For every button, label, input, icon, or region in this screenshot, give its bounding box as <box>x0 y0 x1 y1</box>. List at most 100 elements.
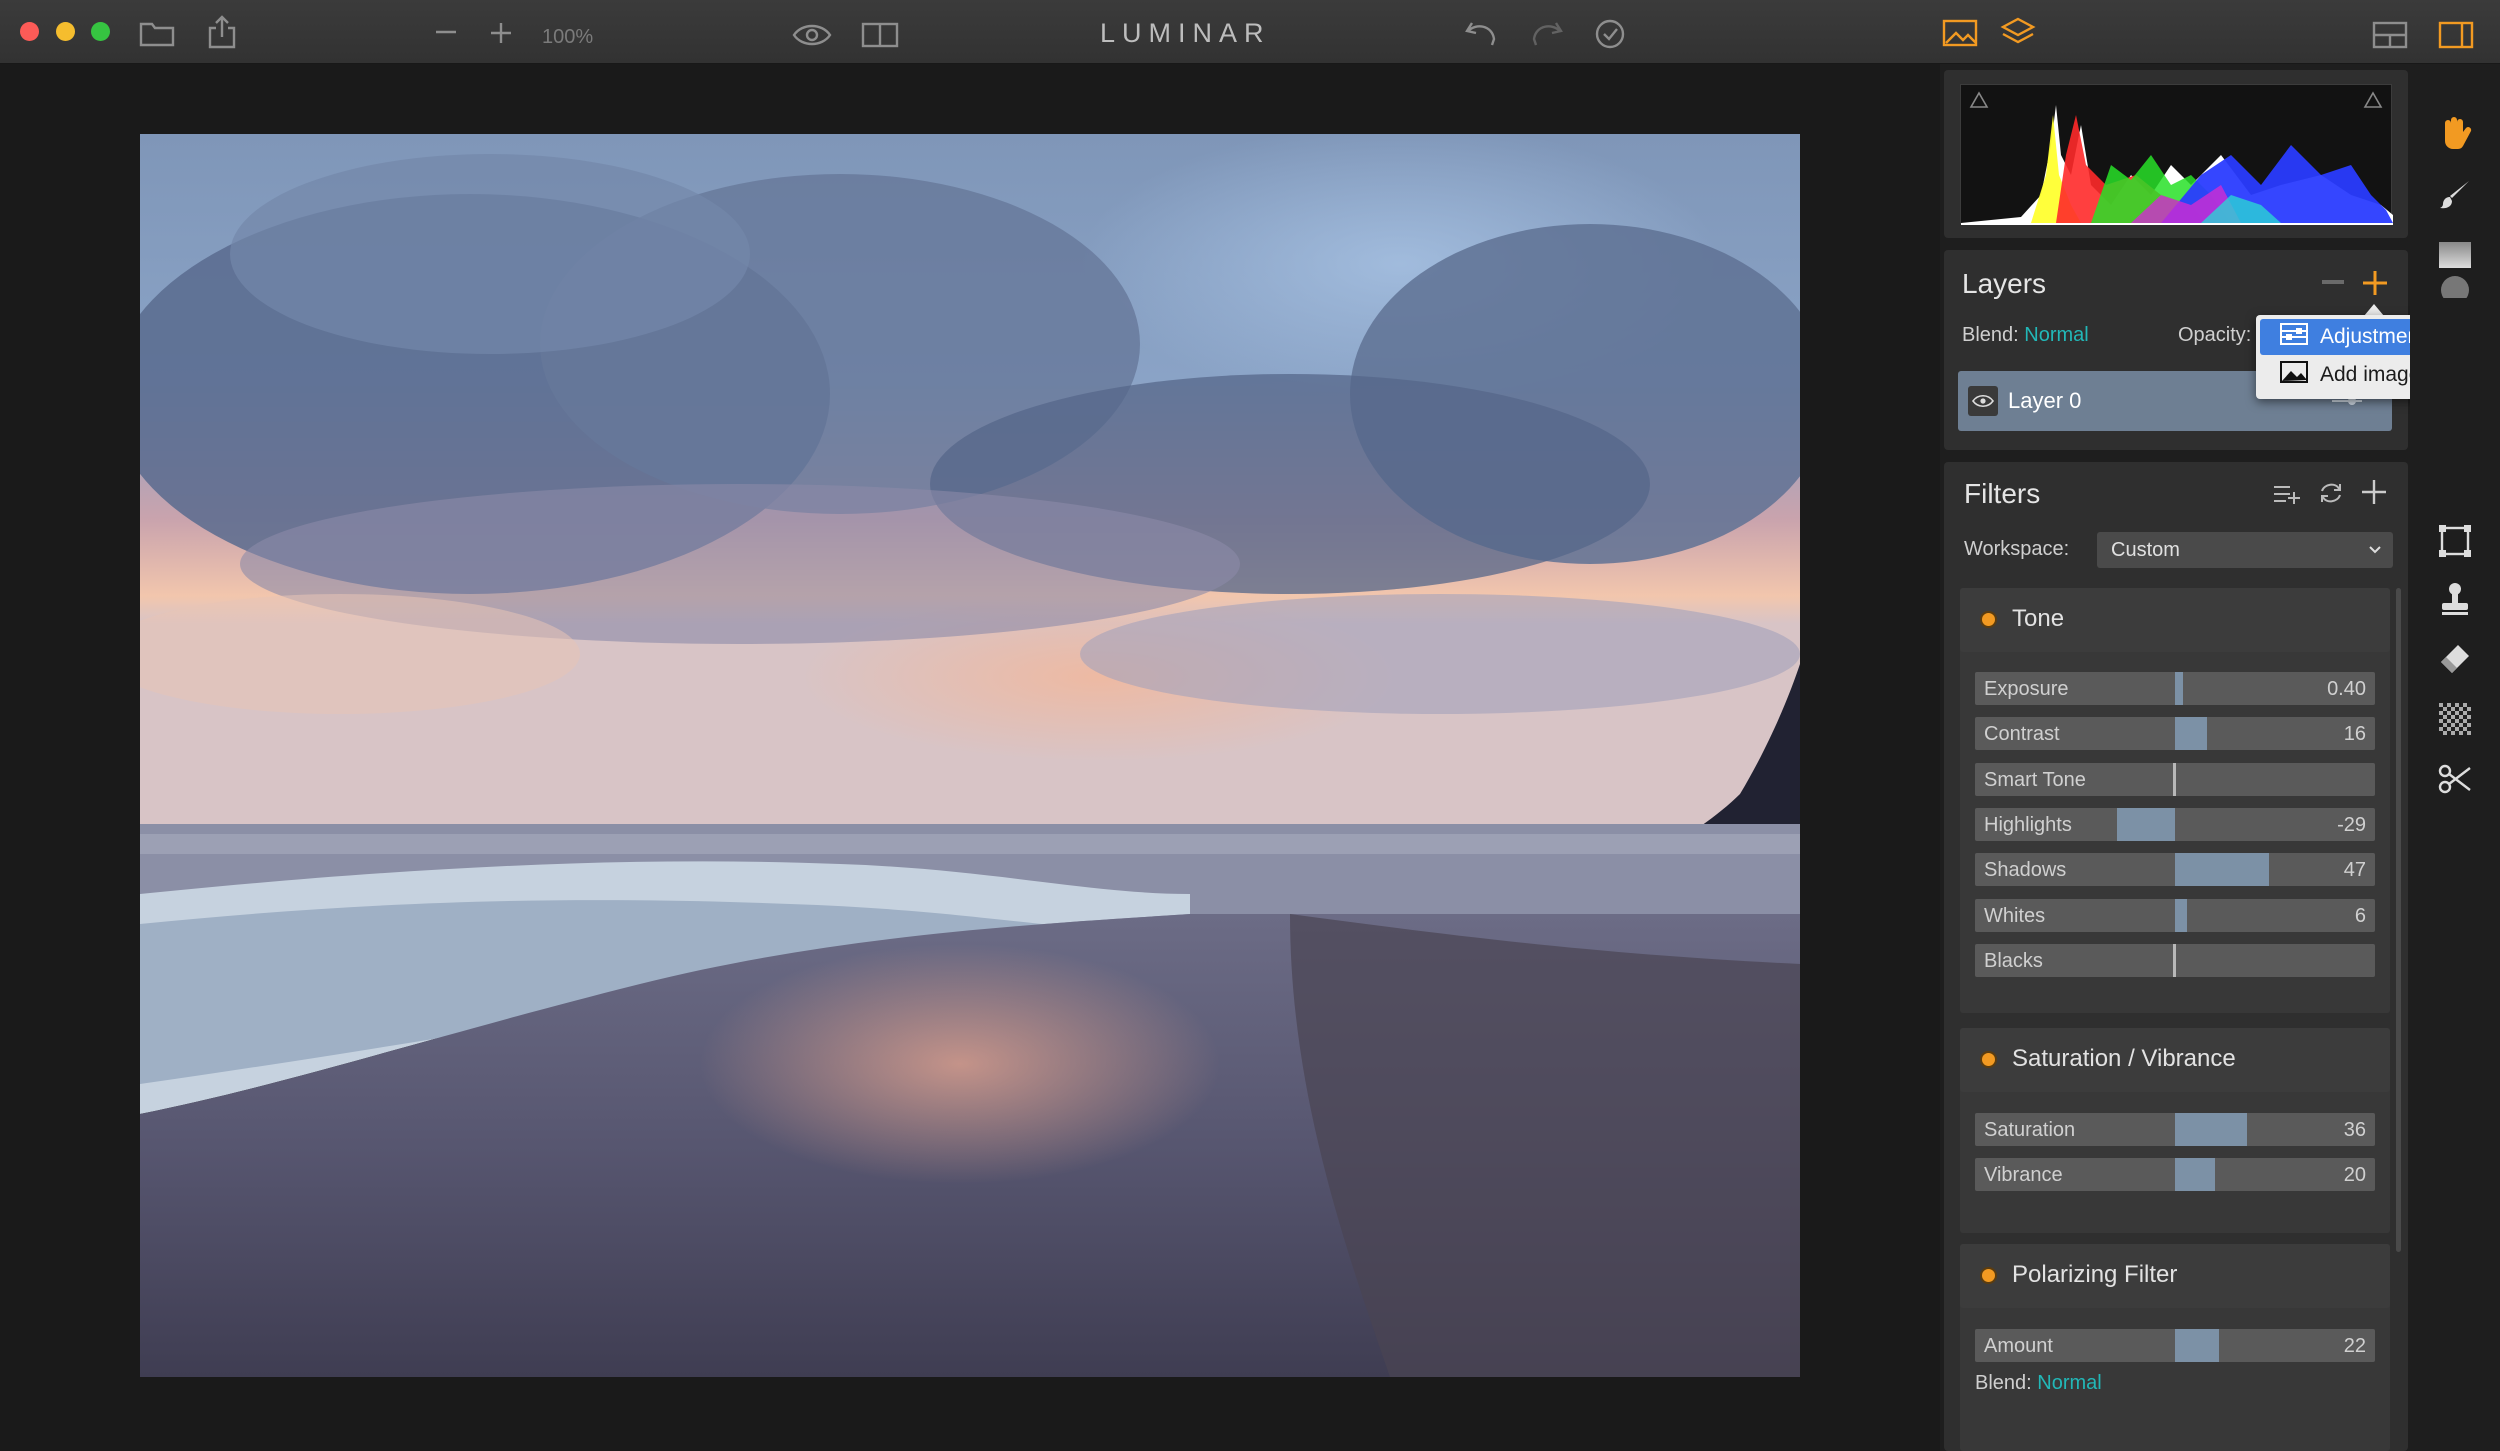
history-check-icon[interactable] <box>1594 18 1626 50</box>
slider-whites[interactable]: Whites 6 <box>1975 898 2375 932</box>
radial-tool-icon[interactable] <box>2432 274 2478 298</box>
slider-smart-tone[interactable]: Smart Tone <box>1975 762 2375 796</box>
workspace-label: Workspace: <box>1964 538 2070 560</box>
zoom-level[interactable]: 100% <box>542 26 593 49</box>
slider-fill <box>2175 717 2207 751</box>
filter-tone-title: Tone <box>2012 605 2065 632</box>
zoom-out-icon[interactable] <box>432 22 460 42</box>
workspace-value: Custom <box>2111 539 2180 561</box>
sidebar-toggle-icon[interactable] <box>2438 20 2474 50</box>
hand-tool-icon[interactable] <box>2432 110 2478 156</box>
close-window-button[interactable] <box>20 22 39 41</box>
slider-label: Shadows <box>1984 859 2067 882</box>
filter-satvib-header[interactable]: Saturation / Vibrance <box>1960 1028 2390 1092</box>
eraser-icon[interactable] <box>2432 636 2478 682</box>
filter-satvib-title: Saturation / Vibrance <box>2012 1045 2236 1072</box>
zoom-window-button[interactable] <box>91 22 110 41</box>
slider-label: Amount <box>1984 1335 2053 1357</box>
filter-tone-header[interactable]: Tone <box>1960 588 2390 652</box>
slider-highlights[interactable]: Highlights -29 <box>1975 807 2375 841</box>
image-view-icon[interactable] <box>1942 18 1978 48</box>
slider-fill <box>2175 1113 2247 1146</box>
minimize-window-button[interactable] <box>56 22 75 41</box>
slider-value: 0.40 <box>2327 678 2366 700</box>
compare-split-icon[interactable] <box>860 22 900 48</box>
adjustment-layer-icon <box>2280 323 2308 351</box>
image-layer-icon <box>2280 361 2308 389</box>
preview-eye-icon[interactable] <box>792 22 832 48</box>
app-title: LUMINAR <box>1100 18 1271 48</box>
chevron-down-icon <box>2367 538 2383 566</box>
filter-list-icon[interactable] <box>2272 482 2300 511</box>
slider-saturation[interactable]: Saturation 36 <box>1975 1113 2375 1146</box>
layer-name[interactable]: Layer 0 <box>2008 388 2081 414</box>
gradient-tool-icon[interactable] <box>2432 232 2478 278</box>
filter-polarizing-title: Polarizing Filter <box>2012 1261 2178 1288</box>
slider-value: -29 <box>2337 813 2366 836</box>
polarizing-blend-value[interactable]: Normal <box>2037 1372 2101 1394</box>
slider-value: 47 <box>2343 859 2366 882</box>
title-bar: 100% LUMINAR <box>0 0 2500 64</box>
remove-layer-button[interactable] <box>2322 280 2344 284</box>
scissors-icon[interactable] <box>2432 756 2478 802</box>
add-filter-icon[interactable] <box>2360 478 2388 511</box>
layer-opacity-label: Opacity: <box>2178 324 2252 346</box>
polarizing-blend: Blend: Normal <box>1975 1372 2102 1395</box>
slider-fill <box>2175 1158 2215 1192</box>
polarizing-blend-label: Blend: <box>1975 1372 2032 1394</box>
crop-transform-icon[interactable] <box>2432 518 2478 564</box>
slider-exposure[interactable]: Exposure 0.40 <box>1975 672 2375 705</box>
slider-fill <box>2175 672 2183 705</box>
slider-value: 20 <box>2343 1164 2366 1187</box>
slider-label: Vibrance <box>1984 1164 2063 1187</box>
filter-refresh-icon[interactable] <box>2318 480 2344 511</box>
add-layer-button[interactable] <box>2360 268 2390 298</box>
filter-polarizing-header[interactable]: Polarizing Filter <box>1960 1244 2390 1308</box>
brush-tool-icon[interactable] <box>2432 172 2478 218</box>
filter-tone-toggle[interactable] <box>1980 611 1997 628</box>
layer-blend-value[interactable]: Normal <box>2024 324 2088 346</box>
image-canvas[interactable] <box>0 64 1940 1451</box>
slider-amount[interactable]: Amount 22 <box>1975 1329 2375 1362</box>
filters-scrollbar[interactable] <box>2396 588 2401 1252</box>
open-folder-icon[interactable] <box>138 18 176 48</box>
layers-stack-icon[interactable] <box>2000 16 2036 50</box>
slider-fill <box>2117 807 2175 841</box>
filter-next-card <box>1960 1412 2390 1451</box>
slider-label: Blacks <box>1984 949 2043 972</box>
slider-label: Contrast <box>1984 723 2060 746</box>
redo-icon[interactable] <box>1530 18 1564 50</box>
slider-center-mark <box>2173 762 2176 796</box>
photo-beach-sunset[interactable] <box>140 134 1800 1377</box>
slider-label: Exposure <box>1984 678 2069 700</box>
share-icon[interactable] <box>206 14 238 50</box>
slider-label: Saturation <box>1984 1119 2076 1141</box>
tools-column <box>2410 64 2500 1451</box>
highlight-clipping-icon[interactable] <box>2363 91 2383 114</box>
slider-value: 6 <box>2354 904 2366 927</box>
undo-icon[interactable] <box>1464 18 1498 50</box>
layer-blend-label: Blend: <box>1962 324 2019 346</box>
slider-label: Whites <box>1984 904 2046 927</box>
zoom-in-icon[interactable] <box>488 20 514 46</box>
slider-contrast[interactable]: Contrast 16 <box>1975 717 2375 751</box>
slider-fill <box>2175 1329 2219 1362</box>
shadow-clipping-icon[interactable] <box>1969 91 1989 114</box>
slider-fill <box>2175 898 2187 932</box>
slider-fill <box>2175 853 2269 887</box>
layers-title: Layers <box>1962 268 2047 299</box>
filter-satvib-toggle[interactable] <box>1980 1051 1997 1068</box>
histogram-chart <box>1960 84 2393 225</box>
clone-stamp-icon[interactable] <box>2432 576 2478 622</box>
slider-blacks[interactable]: Blacks <box>1975 943 2375 977</box>
layer-visibility-eye-icon[interactable] <box>1968 386 1998 416</box>
panel-layout-icon[interactable] <box>2372 20 2408 50</box>
slider-value: 36 <box>2343 1119 2366 1141</box>
workspace-select[interactable]: Custom <box>2097 532 2393 568</box>
histogram-panel <box>1944 70 2408 238</box>
slider-shadows[interactable]: Shadows 47 <box>1975 853 2375 887</box>
slider-vibrance[interactable]: Vibrance 20 <box>1975 1158 2375 1192</box>
slider-value: 16 <box>2343 723 2366 746</box>
filter-polarizing-toggle[interactable] <box>1980 1267 1997 1284</box>
noise-texture-icon[interactable] <box>2432 696 2478 742</box>
